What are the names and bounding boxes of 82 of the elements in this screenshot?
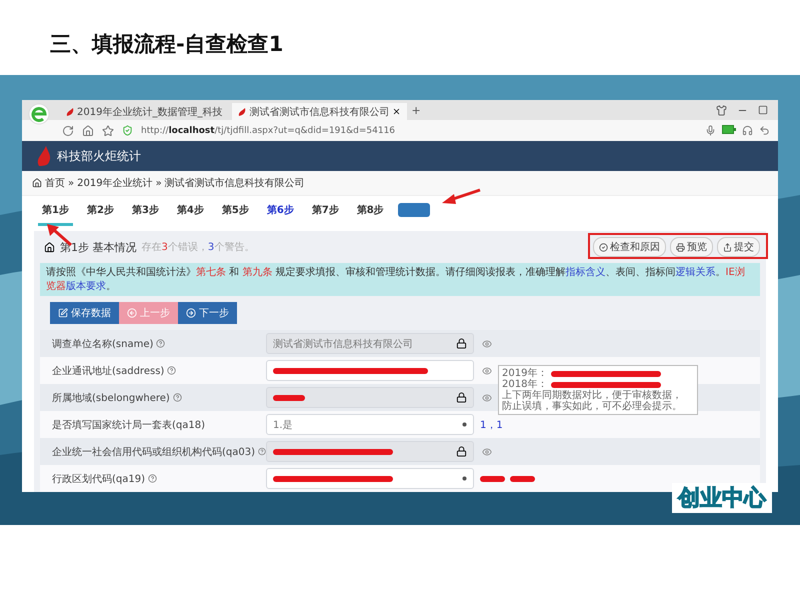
redaction-mark [273,394,305,400]
status-text: 存在3个错误，3个警告。 [142,240,254,254]
action-button[interactable]: 预览 [670,237,713,257]
reload-icon[interactable] [62,124,74,136]
action-button[interactable]: 检查和原因 [593,237,666,257]
url-text[interactable]: http://localhost/tj/tjdfill.aspx?ut=q&did=191&d=54116 [141,126,396,136]
field-label: 行政区划代码(qa19) [52,472,146,486]
browser-tab[interactable]: 2019年企业统计_数据管理_科技 [60,103,228,120]
step-tab[interactable]: 第3步 [128,199,163,226]
field-hint: 1，1 [480,418,503,432]
field-label: 调查单位名称(sname) [52,338,154,350]
help-icon[interactable] [148,474,158,483]
tooltip-text: 上下两年同期数据对比，便于审核数据， [502,390,682,401]
step-tab[interactable]: 第5步 [218,199,253,226]
annotation-arrow [440,188,480,206]
redaction-mark [510,476,535,482]
flame-icon [66,108,74,116]
step-tab[interactable]: 第6步 [262,199,298,226]
save-button[interactable]: 保存数据 [50,302,119,324]
flame-icon [238,108,246,116]
breadcrumb-link[interactable]: 测试省测试市信息科技有限公司 [164,176,305,190]
step-tab[interactable] [398,202,430,216]
tooltip-text: 2019年： [502,368,548,379]
help-icon[interactable] [156,339,166,348]
breadcrumb-link[interactable]: 2019年企业统计 [77,176,153,190]
star-icon[interactable] [102,124,114,136]
slide-title: 三、填报流程-自查检查1 [49,31,284,58]
field-label: 所属地域(sbelongwhere) [52,392,170,404]
notice-text: 请按照《中华人民共和国统计法》第七条 和 第九条 规定要求填报、审核和管理统计数据。请仔细阅读报表，准确理解指标含义、表间、指标间逻辑关系。IE浏览器版本要求。 [40,263,760,296]
step-tab[interactable]: 第7步 [308,199,343,226]
field-label: 企业通讯地址(saddress) [52,364,164,378]
input-field[interactable]: 测试省测试市信息科技有限公司 [266,333,474,354]
input-field[interactable] [266,441,474,462]
step-tab[interactable]: 第4步 [172,199,208,226]
lock-icon [456,338,467,349]
help-icon[interactable] [258,447,266,456]
edit-icon [58,308,68,318]
battery-icon [722,125,736,134]
check-circle-icon [599,242,608,252]
shield-icon [122,125,133,136]
action-button[interactable]: 提交 [717,237,760,257]
eye-icon[interactable] [482,338,492,348]
help-icon[interactable] [172,393,182,402]
badge-logo: 创业中心 [672,483,772,513]
step-tab[interactable]: 第2步 [82,199,118,226]
headphones-icon[interactable] [742,125,753,136]
printer-icon [676,242,685,252]
microphone-icon[interactable] [705,125,716,136]
new-tab-button[interactable]: + [411,104,421,116]
share-icon [723,242,732,252]
redaction-mark [480,476,505,482]
browser-tab[interactable]: 测试省测试市信息科技有限公司 [232,103,408,120]
tooltip-text: 防止误填，事实如此，可不必理会提示。 [502,401,682,412]
arrow-right-icon [186,308,196,318]
select-field[interactable] [266,468,474,489]
select-field[interactable]: 1.是 [266,414,474,435]
breadcrumb-separator: » [156,178,162,188]
step-tab[interactable]: 第8步 [352,199,388,226]
home-icon [44,242,55,252]
site-title: 科技部火炬统计 [57,148,141,164]
maximize-icon[interactable] [758,104,768,114]
arrow-left-icon [127,308,137,318]
breadcrumb-separator: » [68,178,74,188]
eye-icon[interactable] [482,366,492,376]
input-field[interactable] [266,360,474,381]
flame-logo-icon [36,146,52,166]
home-icon[interactable] [82,124,94,136]
eye-icon[interactable] [482,446,492,456]
field-label: 是否填写国家统计局一套表(qa18) [52,418,206,432]
breadcrumb-link[interactable]: 首页 [45,176,65,190]
home-icon [32,178,42,188]
input-field[interactable] [266,387,474,408]
lock-icon [456,392,467,403]
help-icon[interactable] [167,366,176,375]
eye-icon[interactable] [482,392,492,402]
tooltip-text: 2018年： [502,379,548,390]
close-icon[interactable] [392,107,402,116]
field-label: 企业统一社会信用代码或组织机构代码(qa03) [52,446,256,458]
next-button[interactable]: 下一步 [178,302,237,324]
shirt-icon[interactable] [716,104,727,116]
lock-icon [456,446,467,457]
undo-icon[interactable] [759,125,770,136]
